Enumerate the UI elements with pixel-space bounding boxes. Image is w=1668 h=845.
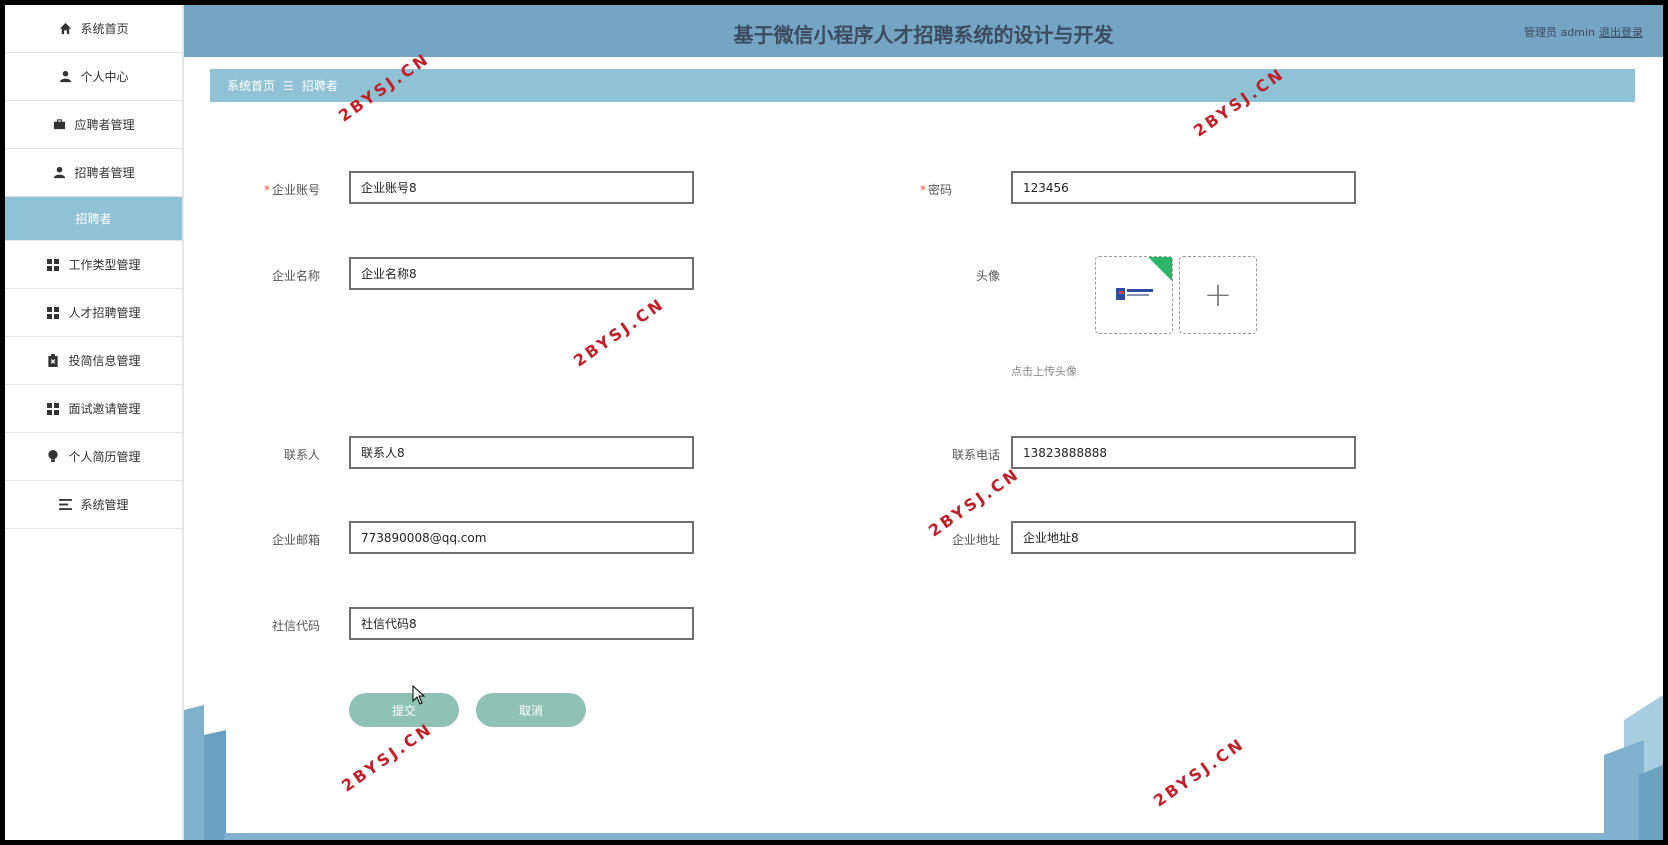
sidebar-item-label: 人才招聘管理 xyxy=(68,306,141,320)
sidebar-item-label: 招聘者管理 xyxy=(74,166,135,180)
sidebar-item-recruiters[interactable]: 招聘者管理 xyxy=(5,149,182,197)
sidebar-item-label: 系统首页 xyxy=(80,22,129,36)
person-icon xyxy=(58,70,72,84)
bulb-icon xyxy=(46,450,60,464)
briefcase-icon xyxy=(52,118,66,132)
breadcrumb-home[interactable]: 系统首页 xyxy=(227,77,275,94)
contact-label: 联系人 xyxy=(283,448,320,462)
avatar-upload-hint: 点击上传头像 xyxy=(1011,365,1077,378)
sidebar-item-resumes[interactable]: 个人简历管理 xyxy=(5,433,182,481)
sidebar-item-label: 个人简历管理 xyxy=(68,450,141,464)
account-input[interactable]: 企业账号8 xyxy=(349,171,694,204)
address-label: 企业地址 xyxy=(951,533,1000,547)
current-user: 管理员 admin xyxy=(1524,26,1595,39)
sidebar-item-label: 应聘者管理 xyxy=(74,118,135,132)
sidebar-item-label: 工作类型管理 xyxy=(68,258,141,272)
company-name-label: 企业名称 xyxy=(271,269,320,283)
company-logo-image xyxy=(1116,257,1172,300)
sidebar-item-home[interactable]: 系统首页 xyxy=(5,5,182,53)
avatar-label: 头像 xyxy=(975,269,1000,283)
company-name-input[interactable]: 企业名称8 xyxy=(349,257,694,290)
credit-code-label: 社信代码 xyxy=(271,619,320,633)
email-input[interactable]: 773890008@qq.com xyxy=(349,521,694,554)
menu-icon xyxy=(58,498,72,512)
logout-link[interactable]: 退出登录 xyxy=(1599,24,1643,40)
cancel-button[interactable]: 取消 xyxy=(476,693,586,727)
watermark: 2BYSJ.CN xyxy=(570,293,669,371)
grid-icon xyxy=(46,258,60,272)
watermark: 2BYSJ.CN xyxy=(925,463,1024,541)
sidebar-item-profile[interactable]: 个人中心 xyxy=(5,53,182,101)
home-icon xyxy=(58,22,72,36)
sidebar-item-label: 投简信息管理 xyxy=(68,354,141,368)
sidebar-item-label: 个人中心 xyxy=(80,70,129,84)
breadcrumb: 系统首页 ☰ 招聘者 xyxy=(210,69,1635,102)
app-window: 系统首页 个人中心 应聘者管理 招聘者管理 招聘者 工作类型管理 人才招聘管理 … xyxy=(5,5,1663,840)
sidebar-item-job-types[interactable]: 工作类型管理 xyxy=(5,241,182,289)
sidebar-item-system[interactable]: 系统管理 xyxy=(5,481,182,529)
app-title: 基于微信小程序人才招聘系统的设计与开发 xyxy=(733,23,1114,47)
sidebar-item-interview-invites[interactable]: 面试邀请管理 xyxy=(5,385,182,433)
plus-icon: + xyxy=(1203,275,1233,315)
grid-icon xyxy=(46,402,60,416)
phone-input[interactable]: 13823888888 xyxy=(1011,436,1356,469)
sidebar-subitem-recruiter[interactable]: 招聘者 xyxy=(5,197,182,241)
sidebar-item-label: 招聘者 xyxy=(75,212,112,226)
person-icon xyxy=(52,166,66,180)
top-header: 基于微信小程序人才招聘系统的设计与开发 管理员 admin 退出登录 xyxy=(184,5,1663,57)
breadcrumb-current: 招聘者 xyxy=(301,79,338,93)
sidebar: 系统首页 个人中心 应聘者管理 招聘者管理 招聘者 工作类型管理 人才招聘管理 … xyxy=(5,5,184,840)
avatar-preview[interactable] xyxy=(1095,256,1173,334)
email-label: 企业邮箱 xyxy=(271,533,320,547)
mouse-cursor-icon xyxy=(412,685,426,705)
sidebar-item-label: 系统管理 xyxy=(80,498,129,512)
sidebar-item-resume-submissions[interactable]: 投简信息管理 xyxy=(5,337,182,385)
avatar-upload-button[interactable]: + xyxy=(1179,256,1257,334)
password-label: * 密码 xyxy=(919,183,952,197)
phone-label: 联系电话 xyxy=(951,448,1000,462)
sidebar-item-applicants[interactable]: 应聘者管理 xyxy=(5,101,182,149)
submit-button[interactable]: 提交 xyxy=(349,693,459,727)
sidebar-item-label: 面试邀请管理 xyxy=(68,402,141,416)
clipboard-icon xyxy=(46,354,60,368)
password-input[interactable]: 123456 xyxy=(1011,171,1356,204)
sidebar-item-talent-recruit[interactable]: 人才招聘管理 xyxy=(5,289,182,337)
grid-icon xyxy=(46,306,60,320)
address-input[interactable]: 企业地址8 xyxy=(1011,521,1356,554)
account-label: * 企业账号 xyxy=(263,183,320,197)
contact-input[interactable]: 联系人8 xyxy=(349,436,694,469)
breadcrumb-separator: ☰ xyxy=(283,78,294,93)
credit-code-input[interactable]: 社信代码8 xyxy=(349,607,694,640)
